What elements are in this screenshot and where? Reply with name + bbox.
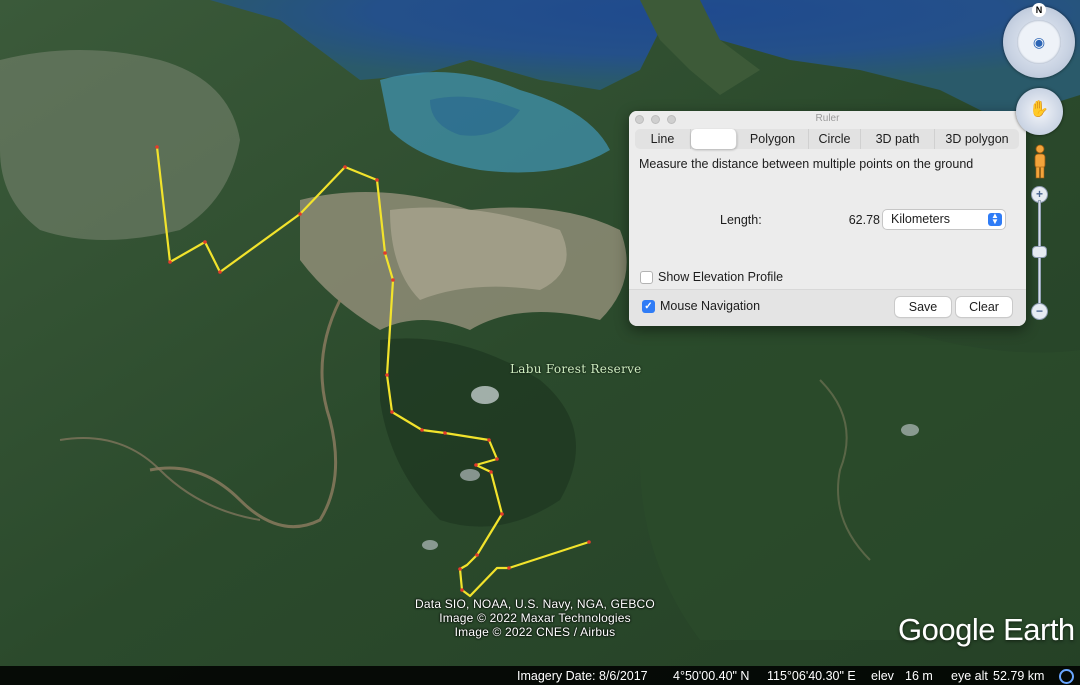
- minus-icon[interactable]: −: [1031, 303, 1048, 320]
- show-elevation-profile-label: Show Elevation Profile: [658, 270, 784, 284]
- mouse-navigation-row[interactable]: ✓ Mouse Navigation: [642, 299, 760, 313]
- status-bar: Imagery Date: 8/6/2017 4°50'00.40" N 115…: [0, 666, 1080, 685]
- attribution-line: Image © 2022 Maxar Technologies: [439, 611, 631, 625]
- latitude-readout: 4°50'00.40" N: [673, 669, 750, 683]
- unit-select-value: Kilometers: [891, 212, 951, 226]
- ruler-dialog: Ruler Line Polygon Circle 3D path 3D pol…: [629, 111, 1026, 326]
- pegman-icon[interactable]: [1030, 144, 1050, 180]
- longitude-readout: 115°06'40.30" E: [767, 669, 856, 683]
- compass-control[interactable]: N ◉: [1003, 3, 1075, 78]
- eye-icon: ◉: [1032, 34, 1046, 50]
- measure-type-tabs: Line Polygon Circle 3D path 3D polygon: [635, 129, 1019, 149]
- place-label: Labu Forest Reserve: [510, 362, 642, 376]
- mouse-navigation-checkbox[interactable]: ✓: [642, 299, 655, 313]
- imagery-attribution: Data SIO, NOAA, U.S. Navy, NGA, GEBCO Im…: [400, 597, 670, 639]
- ruler-titlebar[interactable]: Ruler: [629, 111, 1026, 128]
- save-button[interactable]: Save: [895, 297, 951, 317]
- imagery-date: Imagery Date: 8/6/2017: [517, 669, 648, 683]
- attribution-line: Image © 2022 CNES / Airbus: [454, 625, 616, 639]
- google-earth-logo: Google Earth: [898, 612, 1075, 647]
- tab-circle[interactable]: Circle: [809, 129, 861, 149]
- attribution-line: Data SIO, NOAA, U.S. Navy, NGA, GEBCO: [415, 597, 655, 611]
- eye-alt-label: eye alt: [951, 669, 988, 683]
- show-elevation-profile-row[interactable]: Show Elevation Profile: [640, 270, 783, 284]
- eye-alt-value: 52.79 km: [993, 669, 1045, 683]
- clear-button[interactable]: Clear: [956, 297, 1012, 317]
- unit-select[interactable]: Kilometers ▲ ▼: [883, 210, 1005, 229]
- length-value: 62.78: [848, 213, 880, 227]
- show-elevation-profile-checkbox[interactable]: [640, 270, 653, 284]
- elev-value: 16 m: [905, 669, 933, 683]
- pan-control[interactable]: ✋: [1016, 88, 1063, 135]
- chevron-updown-icon: ▲ ▼: [988, 212, 1002, 226]
- hand-icon: ✋: [1029, 101, 1049, 118]
- zoom-thumb[interactable]: [1032, 246, 1047, 258]
- satellite-map[interactable]: [0, 0, 1080, 685]
- tab-line[interactable]: Line: [635, 129, 691, 149]
- tab-3d-polygon[interactable]: 3D polygon: [935, 129, 1019, 149]
- elev-label: elev: [871, 669, 894, 683]
- length-label: Length:: [720, 213, 762, 227]
- tab-3d-path[interactable]: 3D path: [861, 129, 935, 149]
- tab-path[interactable]: [691, 129, 737, 149]
- ruler-instruction: Measure the distance between multiple po…: [639, 157, 974, 171]
- ruler-title: Ruler: [815, 113, 840, 124]
- north-indicator[interactable]: N: [1032, 3, 1046, 17]
- look-control[interactable]: ◉: [1017, 20, 1061, 64]
- loading-indicator-icon: [1059, 669, 1074, 684]
- zoom-slider[interactable]: + −: [1031, 186, 1048, 320]
- mouse-navigation-label: Mouse Navigation: [660, 299, 761, 313]
- tab-polygon[interactable]: Polygon: [737, 129, 809, 149]
